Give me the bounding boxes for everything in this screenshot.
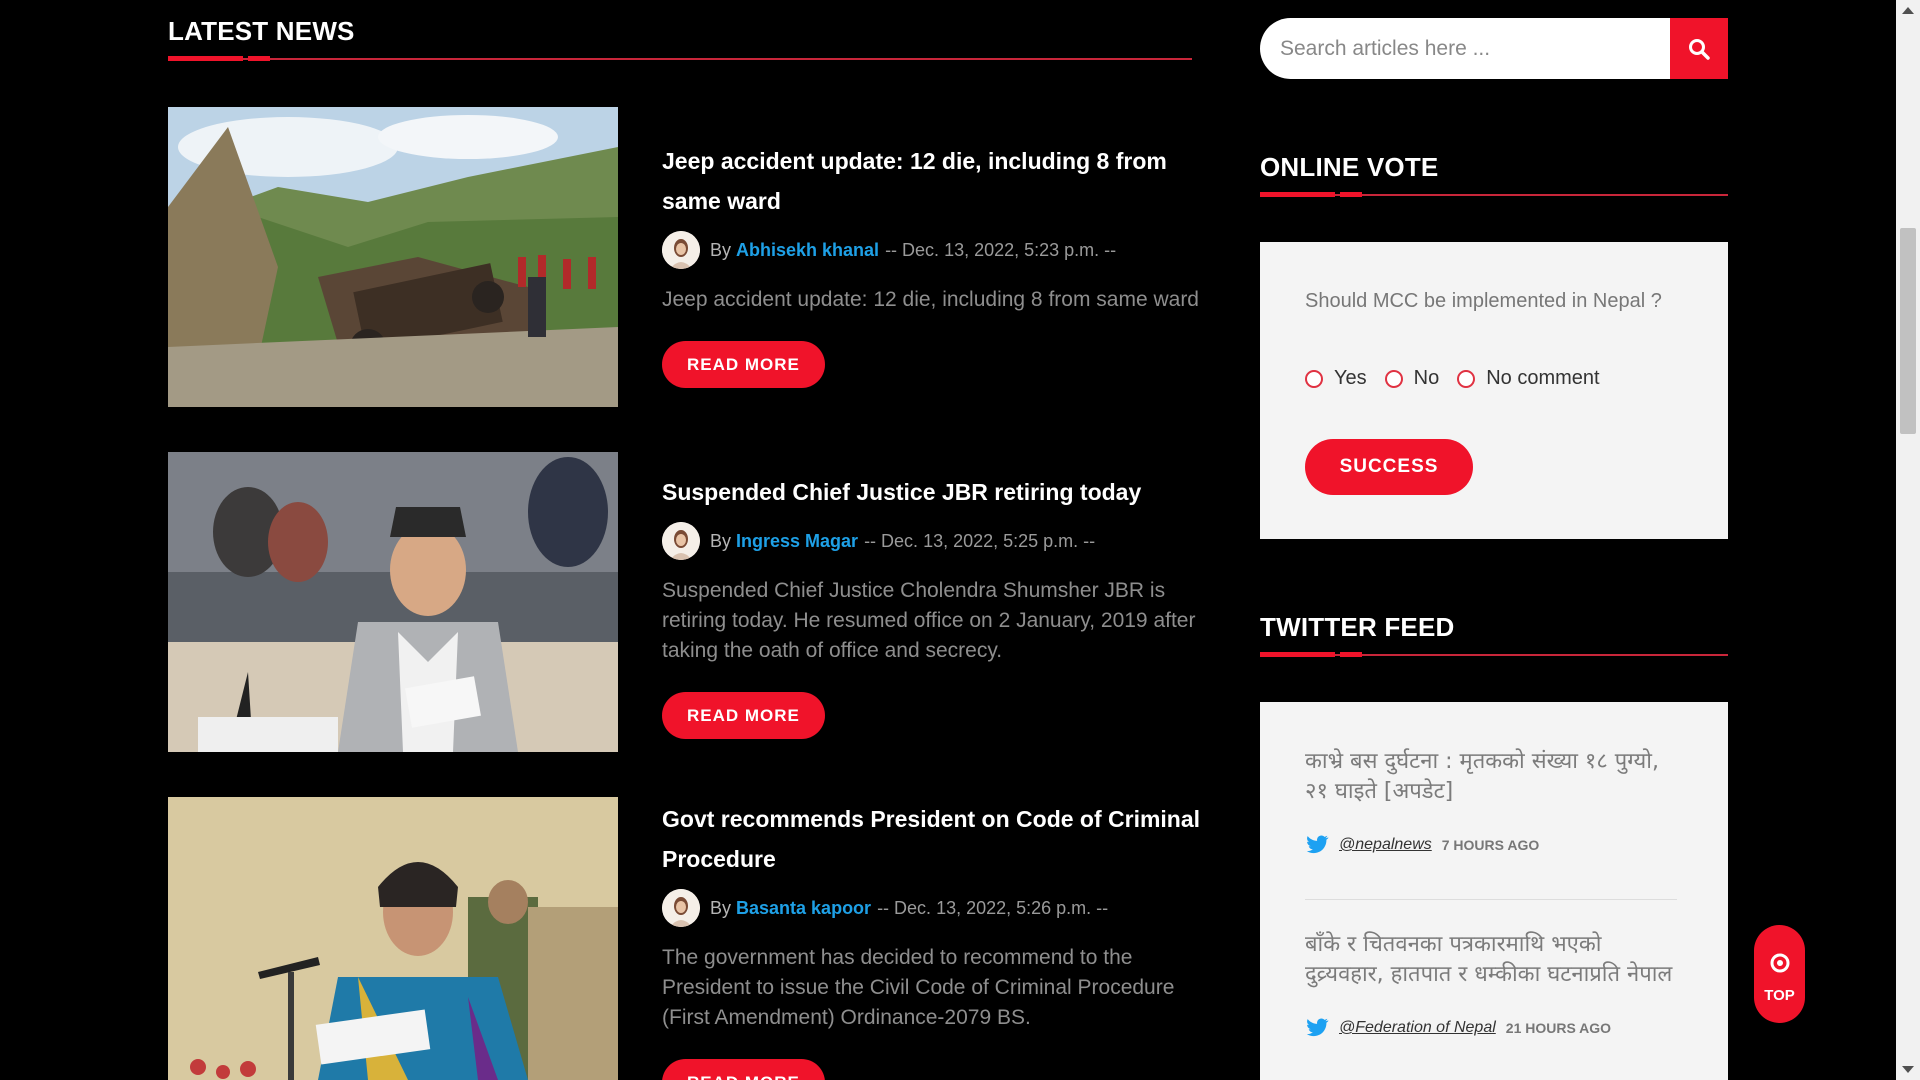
poll-option-no-comment[interactable]: No comment <box>1457 367 1600 390</box>
tweet-handle[interactable]: @Federation of Nepal <box>1339 1019 1496 1037</box>
tweet-time: 7 HOURS AGO <box>1441 837 1540 853</box>
option-label: Yes <box>1334 367 1367 389</box>
tweet-text[interactable]: बाँके र चितवनका पत्रकारमाथि भएको दुव्र्य… <box>1305 930 1677 990</box>
vote-panel: Should MCC be implemented in Nepal ? Yes… <box>1260 242 1728 539</box>
tweet-meta: @nepalnews 7 HOURS AGO <box>1305 835 1677 855</box>
author-link[interactable]: Ingress Magar <box>736 531 858 552</box>
tweet-item: बाँके र चितवनका पत्रकारमाथि भएको दुव्र्य… <box>1305 930 1677 1038</box>
title-accent-dot <box>248 56 270 61</box>
article-meta: By Basanta kapoor -- Dec. 13, 2022, 5:26… <box>662 889 1202 927</box>
radio-button[interactable] <box>1305 369 1323 388</box>
tweet-meta: @Federation of Nepal 21 HOURS AGO <box>1305 1018 1677 1038</box>
back-to-top-label: TOP <box>1764 987 1795 1004</box>
title-accent-bar <box>1260 652 1335 657</box>
scroll-down-arrow-icon[interactable] <box>1902 1066 1914 1073</box>
article-body: Suspended Chief Justice JBR retiring tod… <box>662 452 1202 739</box>
poll-option-yes[interactable]: Yes <box>1305 367 1367 390</box>
article-date: -- Dec. 13, 2022, 5:23 p.m. -- <box>885 239 1117 260</box>
article-excerpt: The government has decided to recommend … <box>662 946 1175 1029</box>
tweet-divider <box>1305 899 1677 900</box>
article-title[interactable]: Govt recommends President on Code of Cri… <box>662 799 1202 879</box>
poll-options: Yes No No comment <box>1305 367 1618 390</box>
radio-button[interactable] <box>1384 369 1403 388</box>
article-excerpt: Jeep accident update: 12 die, including … <box>662 288 1199 311</box>
by-label: By <box>710 239 732 260</box>
poll-question: Should MCC be implemented in Nepal ? <box>1305 290 1662 312</box>
title-accent-bar <box>168 56 243 61</box>
page-scrollbar[interactable] <box>1896 0 1920 1080</box>
title-divider <box>168 58 1192 60</box>
author-link[interactable]: Abhisekh khanal <box>736 240 879 261</box>
read-more-button[interactable]: READ MORE <box>662 1059 825 1080</box>
read-more-button[interactable]: READ MORE <box>662 341 825 388</box>
article-title[interactable]: Jeep accident update: 12 die, including … <box>662 141 1202 221</box>
radio-button[interactable] <box>1457 369 1476 388</box>
author-link[interactable]: Basanta kapoor <box>736 898 871 919</box>
article-card: Suspended Chief Justice JBR retiring tod… <box>168 452 1195 752</box>
twitter-panel: काभ्रे बस दुर्घटना : मृतकको संख्या १८ पु… <box>1260 702 1728 1080</box>
read-more-button[interactable]: READ MORE <box>662 692 825 739</box>
tweet-time: 21 HOURS AGO <box>1505 1020 1612 1036</box>
scroll-up-arrow-icon[interactable] <box>1902 7 1914 14</box>
poll-option-no[interactable]: No <box>1384 367 1440 390</box>
title-accent-dot <box>1340 192 1362 197</box>
article-card: Govt recommends President on Code of Cri… <box>168 797 1200 1080</box>
author-avatar <box>662 522 700 560</box>
article-meta: By Ingress Magar -- Dec. 13, 2022, 5:25 … <box>662 522 1202 560</box>
title-accent-dot <box>1340 652 1362 657</box>
author-avatar <box>662 889 700 927</box>
article-thumbnail[interactable] <box>168 452 618 752</box>
author-avatar <box>662 231 700 269</box>
title-accent-bar <box>1260 192 1335 197</box>
article-title[interactable]: Suspended Chief Justice JBR retiring tod… <box>662 472 1202 512</box>
article-thumbnail[interactable] <box>168 797 618 1080</box>
article-thumbnail[interactable] <box>168 107 618 407</box>
target-icon <box>1770 953 1790 973</box>
twitter-feed-title: TWITTER FEED <box>1260 612 1455 642</box>
article-date: -- Dec. 13, 2022, 5:25 p.m. -- <box>864 530 1096 551</box>
option-label: No <box>1413 367 1440 389</box>
search-button[interactable] <box>1670 18 1728 79</box>
twitter-bird-icon <box>1306 1018 1329 1037</box>
online-vote-title: ONLINE VOTE <box>1260 152 1439 182</box>
tweet-text[interactable]: काभ्रे बस दुर्घटना : मृतकको संख्या १८ पु… <box>1305 747 1677 807</box>
article-excerpt: Suspended Chief Justice Cholendra Shumsh… <box>662 579 1196 662</box>
latest-news-title: LATEST NEWS <box>168 16 355 46</box>
article-body: Govt recommends President on Code of Cri… <box>662 797 1202 1080</box>
search-bar <box>1260 18 1728 79</box>
by-label: By <box>710 530 732 551</box>
article-date: -- Dec. 13, 2022, 5:26 p.m. -- <box>877 897 1109 918</box>
option-label: No comment <box>1486 367 1600 389</box>
vote-submit-button[interactable]: SUCCESS <box>1305 439 1473 495</box>
search-input[interactable] <box>1260 18 1670 79</box>
search-icon <box>1689 38 1710 60</box>
scrollbar-thumb[interactable] <box>1900 228 1916 434</box>
tweet-handle[interactable]: @nepalnews <box>1339 836 1432 854</box>
twitter-bird-icon <box>1306 835 1329 854</box>
article-meta: By Abhisekh khanal -- Dec. 13, 2022, 5:2… <box>662 231 1202 269</box>
article-card: Jeep accident update: 12 die, including … <box>168 107 1199 407</box>
by-label: By <box>710 897 732 918</box>
back-to-top-button[interactable]: TOP <box>1754 925 1805 1023</box>
tweet-item: काभ्रे बस दुर्घटना : मृतकको संख्या १८ पु… <box>1305 747 1677 855</box>
article-body: Jeep accident update: 12 die, including … <box>662 107 1202 388</box>
